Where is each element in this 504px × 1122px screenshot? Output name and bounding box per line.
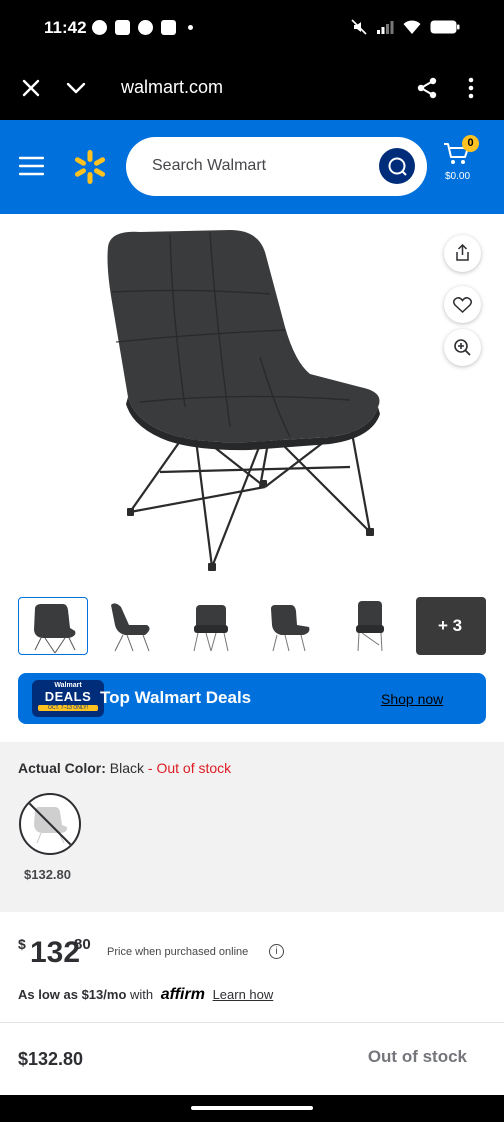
price-dollars: 132 [30,936,81,969]
system-icons [351,19,460,35]
search-button[interactable] [379,148,415,184]
thumbnail-chair-image [111,603,150,652]
affirm-logo: affirm [160,986,205,1003]
thumbnail-chair-image [356,601,384,652]
cart-count-badge: 0 [462,135,479,152]
share-icon[interactable] [415,76,439,100]
wifi-icon [403,20,421,34]
system-nav-bar [0,1095,504,1122]
share-button[interactable] [444,235,481,272]
color-value: Black [109,760,145,776]
thumbnail-4[interactable] [255,597,325,655]
color-stock-status: Out of stock [156,760,232,776]
affirm-with-text: with [130,987,154,1002]
close-icon[interactable] [22,79,40,97]
zoom-in-icon [454,339,471,356]
deals-logo-line3: OCT. 7–13 ONLY! [38,705,98,711]
swatch-price: $132.80 [24,867,71,882]
thumbnail-chair-image [34,604,76,654]
chat-icon [138,20,153,35]
variant-section: Actual Color: Black - Out of stock $132.… [0,742,504,912]
thumbnail-chair-image [193,605,229,652]
color-swatch-black[interactable] [19,793,81,855]
cart-amount: $0.00 [445,171,471,182]
bottom-purchase-bar: $132.80 Out of stock [0,1023,504,1095]
hamburger-menu-icon[interactable] [19,156,44,176]
product-main-image[interactable] [100,222,390,582]
deals-title: Top Walmart Deals [100,688,252,707]
swatch-chair-image [26,800,74,848]
search-icon [388,157,407,176]
messenger-icon [92,20,107,35]
thumbnail-chair-image [271,605,310,652]
color-label-key: Actual Color: [18,760,106,776]
overflow-menu-icon[interactable] [466,77,476,99]
more-thumbnails-label: + 3 [438,616,463,635]
learn-how-link[interactable]: Learn how [213,987,274,1002]
shop-now-link[interactable]: Shop now [381,691,443,707]
status-time: 11:42 [44,18,87,37]
deals-logo-line2: DEALS [44,689,92,704]
url-text[interactable]: walmart.com [121,77,223,98]
notification-icons [92,20,193,35]
price-note: Price when purchased online [107,946,249,958]
signal-icon [377,21,394,34]
thumbnail-2[interactable] [97,597,167,655]
out-of-stock-label: Out of stock [367,1047,467,1066]
deals-banner[interactable]: Walmart DEALS OCT. 7–13 ONLY! Top Walmar… [18,673,486,724]
affirm-monthly-text: As low as $13/mo [18,987,127,1002]
battery-icon [430,20,460,34]
affirm-financing: As low as $13/mo with affirm Learn how [18,986,273,1004]
bottom-price: $132.80 [18,1049,84,1069]
discord-icon [115,20,130,35]
more-thumbnails-button[interactable]: + 3 [416,597,486,655]
more-notifications-icon [188,25,193,30]
walmart-spark-logo[interactable] [74,150,106,184]
mute-icon [351,19,367,35]
search-placeholder: Search Walmart [152,157,267,174]
thumbnail-3[interactable] [176,597,246,655]
chevron-down-icon[interactable] [66,81,86,95]
zoom-button[interactable] [444,329,481,366]
home-gesture-handle[interactable] [191,1106,313,1110]
heart-icon [453,297,472,313]
price-currency: $ [18,936,26,952]
thumbnail-strip: + 3 [18,597,486,655]
thumbnail-5[interactable] [334,597,404,655]
thumbnail-1[interactable] [18,597,88,655]
cart-button[interactable]: 0 $0.00 [443,135,483,186]
color-label: Actual Color: Black - Out of stock [18,760,231,776]
favorite-button[interactable] [444,286,481,323]
price-cents: 80 [74,936,91,953]
share-icon [456,244,469,261]
walmart-deals-logo: Walmart DEALS OCT. 7–13 ONLY! [32,680,104,717]
app-icon [161,20,176,35]
search-input[interactable]: Search Walmart [126,137,427,196]
status-bar: 11:42 [0,0,504,56]
info-icon[interactable]: i [269,944,284,959]
deals-logo-line1: Walmart [54,682,82,689]
browser-toolbar: walmart.com [0,56,504,120]
